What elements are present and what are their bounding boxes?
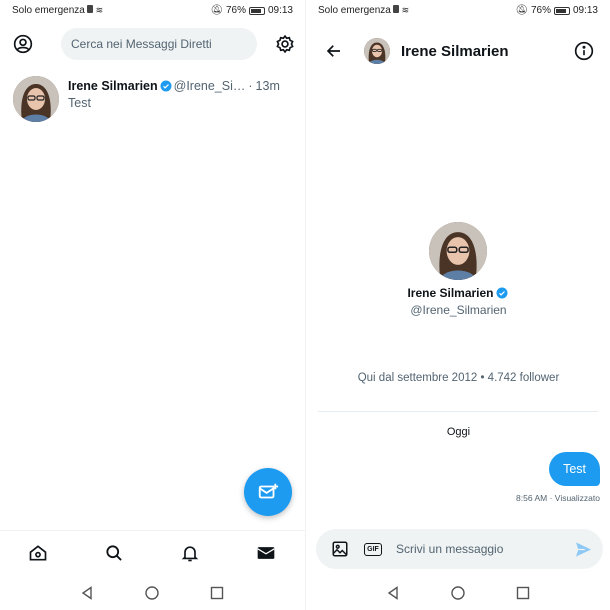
profile-name-row: Irene Silmarien: [306, 286, 610, 300]
message-bubble[interactable]: Test: [549, 452, 600, 486]
profile-icon[interactable]: [11, 32, 35, 56]
carrier-label: Solo emergenza ≋: [12, 5, 103, 16]
battery-icon: [553, 6, 570, 15]
recents-square-icon[interactable]: [514, 584, 532, 602]
profile-name: Irene Silmarien: [407, 286, 494, 300]
home-circle-icon[interactable]: [143, 584, 161, 602]
verified-badge-icon: [496, 287, 508, 299]
send-icon[interactable]: [572, 538, 594, 560]
wifi-icon: ≋: [401, 5, 410, 15]
avatar[interactable]: [13, 76, 59, 122]
clock: 09:13: [267, 5, 293, 16]
profile-avatar[interactable]: [429, 222, 487, 280]
notifications-bell-icon[interactable]: [178, 541, 202, 565]
message-status: Visualizzato: [554, 493, 600, 503]
search-icon[interactable]: [102, 541, 126, 565]
inbox-screen: Solo emergenza ≋ 🔕︎ 76% 09:13 Cerca nei …: [0, 0, 305, 610]
new-message-button[interactable]: [244, 468, 292, 516]
recents-square-icon[interactable]: [208, 584, 226, 602]
back-triangle-icon[interactable]: [78, 584, 96, 602]
system-navigation: [306, 576, 610, 610]
conversation-header: Irene Silmarien @Irene_Si… · 13m: [68, 79, 280, 93]
day-label: Oggi: [446, 426, 471, 438]
header-title: Irene Silmarien: [401, 43, 509, 60]
clock: 09:13: [572, 5, 598, 16]
status-bar: Solo emergenza ≋ 🔕︎ 76% 09:13: [306, 0, 610, 20]
battery-percent: 76%: [530, 5, 551, 16]
sim-icon: [392, 5, 399, 13]
status-right: 🔕︎ 76% 09:13: [515, 5, 598, 16]
conversation-name: Irene Silmarien: [68, 79, 158, 93]
mute-icon: 🔕︎: [515, 5, 528, 16]
profile-handle: @Irene_Silmarien: [410, 303, 507, 317]
mute-icon: 🔕︎: [210, 5, 223, 16]
conversation-last-message: Test: [68, 96, 91, 110]
status-bar: Solo emergenza ≋ 🔕︎ 76% 09:13: [0, 0, 305, 20]
battery-icon: [248, 6, 265, 15]
battery-percent: 76%: [225, 5, 246, 16]
sim-icon: [86, 5, 93, 13]
image-icon[interactable]: [330, 539, 350, 559]
message-text: Test: [563, 462, 586, 476]
profile-meta: Qui dal settembre 2012 • 4.742 follower: [357, 372, 560, 384]
back-triangle-icon[interactable]: [384, 584, 402, 602]
system-navigation: [0, 576, 305, 610]
settings-gear-icon[interactable]: [273, 32, 297, 56]
dot-separator: ·: [248, 79, 253, 93]
divider: [318, 411, 598, 412]
message-composer: GIF Scrivi un messaggio: [316, 529, 603, 569]
conversation-item[interactable]: Irene Silmarien @Irene_Si… · 13m Test: [0, 70, 305, 128]
carrier-label: Solo emergenza ≋: [318, 5, 409, 16]
message-input[interactable]: Scrivi un messaggio: [396, 542, 503, 556]
carrier-text: Solo emergenza: [318, 5, 391, 16]
gif-label: GIF: [364, 542, 382, 556]
wifi-icon: ≋: [95, 5, 104, 15]
home-circle-icon[interactable]: [449, 584, 467, 602]
home-icon[interactable]: [26, 541, 50, 565]
status-right: 🔕︎ 76% 09:13: [210, 5, 293, 16]
new-message-icon: [258, 483, 279, 499]
info-icon[interactable]: [572, 39, 596, 63]
header-avatar[interactable]: [364, 38, 390, 64]
conversation-time: 13m: [255, 79, 280, 93]
messages-envelope-icon[interactable]: [254, 541, 278, 565]
message-time: 8:56 AM: [516, 493, 548, 503]
verified-badge-icon: [160, 80, 172, 92]
conversation-screen: Solo emergenza ≋ 🔕︎ 76% 09:13 Irene Silm…: [305, 0, 610, 610]
search-input[interactable]: Cerca nei Messaggi Diretti: [61, 28, 257, 60]
search-placeholder: Cerca nei Messaggi Diretti: [71, 37, 212, 51]
conversation-handle: @Irene_Si…: [173, 79, 246, 93]
gif-icon[interactable]: GIF: [361, 539, 385, 559]
message-receipt: 8:56 AM · Visualizzato: [516, 493, 600, 503]
dot-separator: ·: [549, 493, 553, 503]
arrow-left-icon[interactable]: [322, 39, 346, 63]
bottom-nav: [0, 530, 305, 574]
carrier-text: Solo emergenza: [12, 5, 85, 16]
